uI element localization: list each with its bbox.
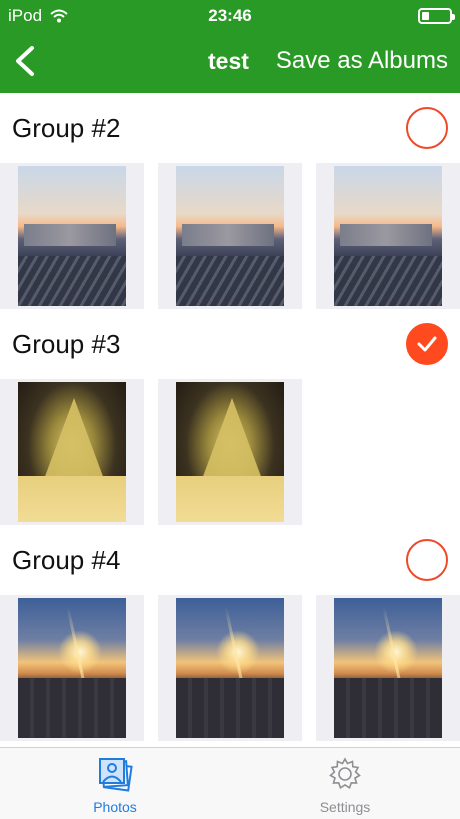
photo-row [0,595,460,741]
group-title: Group #3 [12,329,121,359]
photo-thumbnail[interactable] [316,595,460,741]
chevron-left-icon[interactable] [10,44,40,78]
groups-list: Group #2 Group #3 Group #4 [0,93,460,747]
group-header[interactable]: Group #2 [0,93,460,163]
photo-thumbnail[interactable] [0,163,144,309]
nav-bar: test Save as Albums [0,30,460,93]
save-as-albums-button[interactable]: Save as Albums [276,47,448,75]
photo-thumbnail[interactable] [158,379,302,525]
group-title: Group #4 [12,545,121,575]
checkmark-icon [417,336,437,352]
group-select-checkbox[interactable] [406,107,448,149]
photo-thumbnail[interactable] [158,595,302,741]
tab-label: Photos [93,799,137,815]
photo-thumbnail[interactable] [316,163,460,309]
photo-thumbnail[interactable] [0,595,144,741]
group-select-checkbox[interactable] [406,539,448,581]
photo-row [0,163,460,309]
group-select-checkbox[interactable] [406,323,448,365]
photo-row [0,379,460,525]
tab-label: Settings [319,799,371,815]
photo-thumbnail[interactable] [158,163,302,309]
group-header[interactable]: Group #4 [0,525,460,595]
battery-icon [418,8,455,24]
app-header: iPod 23:46 test Save as Albums [0,0,460,93]
tab-photos[interactable]: Photos [0,748,230,819]
photos-icon [99,758,133,792]
photo-thumbnail[interactable] [0,379,144,525]
group-header[interactable]: Group #3 [0,309,460,379]
group-title: Group #2 [12,113,121,143]
status-time: 23:46 [208,6,252,25]
page-title: test [208,48,249,74]
battery-level [422,12,429,20]
tab-settings[interactable]: Settings [230,748,460,819]
tab-bar: Photos Settings [0,747,460,819]
status-bar: iPod 23:46 [0,0,460,30]
gear-icon [329,757,361,790]
